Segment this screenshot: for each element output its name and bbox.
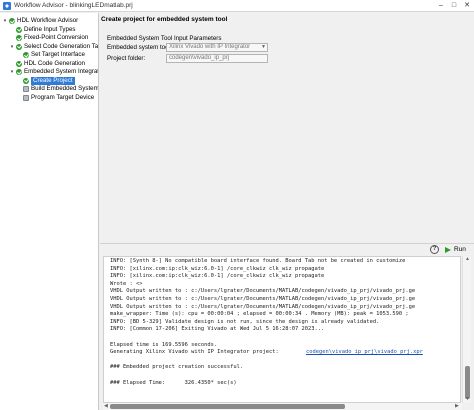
log-line: Elapsed time is 169.5596 seconds. [110, 341, 218, 348]
tool-select[interactable]: Xilinx Vivado with IP Integrator ▼ [166, 43, 268, 52]
run-label: Run [454, 246, 466, 253]
tree-item[interactable]: Define Input Types [9, 26, 75, 34]
log-line: make_wrapper: Time (s): cpu = 00:00:04 ;… [110, 311, 409, 318]
action-toolbar: ? Run [100, 243, 474, 254]
check-circle-icon [16, 35, 22, 41]
scroll-thumb-horizontal[interactable] [110, 404, 345, 409]
workflow-tree: ▾ HDL Workflow Advisor Define Input Types F… [0, 13, 99, 410]
tree-item[interactable]: ▾ Embedded System Integration [9, 68, 99, 76]
check-circle-icon [16, 60, 22, 67]
minimize-icon[interactable]: – [436, 1, 446, 11]
folder-label: Project folder: [107, 55, 146, 62]
scroll-right-icon[interactable]: ▶ [455, 403, 459, 409]
help-button[interactable]: ? [430, 245, 439, 254]
check-circle-icon [23, 52, 29, 58]
task-icon [23, 86, 29, 92]
tree-item-label: Embedded System Integration [24, 68, 99, 75]
tree-item-label: Fixed-Point Conversion [24, 34, 89, 41]
check-circle-icon [9, 18, 15, 24]
tree-item-label: Program Target Device [31, 93, 95, 101]
task-icon [23, 94, 29, 101]
log-line: VHDL Output written to : c:/Users/lgrate… [110, 303, 416, 310]
log-line: VHDL Output written to : c:/Users/lgrate… [110, 296, 416, 302]
check-circle-icon [23, 77, 29, 84]
tree-item-label: Define Input Types [24, 25, 76, 33]
tree-item[interactable]: HDL Code Generation [9, 60, 85, 68]
project-file-link[interactable]: codegen\vivado_ip_prj\vivado_prj.xpr [306, 349, 423, 356]
check-circle-icon [16, 69, 22, 75]
tree-item[interactable]: Create Project [16, 76, 75, 85]
log-line: Generating Xilinx Vivado with IP Integra… [110, 349, 283, 356]
log-line: Wrote : <> [110, 280, 143, 287]
maximize-icon[interactable]: □ [449, 1, 459, 11]
tree-item[interactable]: Build Embedded System [16, 85, 99, 93]
tree-item-label: Build Embedded System [31, 85, 99, 92]
check-circle-icon [16, 43, 22, 50]
chevron-down-icon[interactable]: ▾ [2, 18, 8, 24]
log-line: ### Elapsed Time: 326.4350* sec(s) [110, 379, 237, 386]
tool-select-value: Xilinx Vivado with IP Integrator [169, 44, 251, 50]
group-title: Embedded System Tool Input Parameters [107, 35, 222, 42]
tree-item[interactable]: Fixed-Point Conversion [9, 34, 88, 42]
tree-item-label: HDL Workflow Advisor [17, 17, 79, 24]
log-line: INFO: [BD 5-329] Validate design is not … [110, 318, 380, 325]
scroll-thumb[interactable] [465, 366, 470, 399]
scroll-down-icon[interactable]: ▼ [464, 396, 471, 402]
task-panel: Create project for embedded system tool … [100, 13, 474, 243]
panel-title: Create project for embedded system tool [101, 16, 228, 23]
tree-item[interactable]: ▾ HDL Workflow Advisor [2, 17, 78, 25]
app-icon [3, 2, 11, 10]
log-line: INFO: [xilinx.com:ip:clk_wiz:6.0-1] /cor… [110, 273, 325, 280]
log-output[interactable]: INFO: [Synth 8-] No compatible board int… [103, 256, 461, 403]
chevron-down-icon[interactable]: ▾ [9, 44, 15, 50]
close-icon[interactable]: ✕ [462, 1, 472, 11]
log-line: INFO: [Common 17-206] Exiting Vivado at … [110, 326, 325, 333]
folder-field-value: codegen\vivado_ip_prj [169, 55, 230, 61]
window-title: Workflow Advisor - blinkingLEDmatlab.prj [14, 2, 133, 9]
tree-item[interactable]: ▾ Select Code Generation Target [9, 42, 99, 51]
log-vertical-scrollbar[interactable]: ▲ ▼ [462, 256, 471, 403]
tree-item[interactable]: Program Target Device [16, 94, 94, 102]
tree-item-label: Create Project [31, 76, 75, 85]
chevron-down-icon: ▼ [261, 44, 266, 50]
log-line: INFO: [xilinx.com:ip:clk_wiz:6.0-1] /cor… [110, 265, 325, 272]
folder-field[interactable]: codegen\vivado_ip_prj [166, 54, 268, 63]
tree-item-label: Set Target Interface [31, 51, 85, 58]
tree-item-label: Select Code Generation Target [24, 42, 99, 50]
tree-item[interactable]: Set Target Interface [16, 51, 85, 59]
scroll-up-icon[interactable]: ▲ [464, 256, 471, 262]
play-icon [445, 246, 451, 253]
tool-label: Embedded system tool: [107, 44, 172, 51]
log-line: ### Embedded project creation successful… [110, 364, 244, 371]
log-horizontal-scrollbar[interactable]: ◀ ▶ [103, 403, 462, 410]
check-circle-icon [16, 26, 22, 33]
log-line: INFO: [Synth 8-] No compatible board int… [110, 258, 406, 264]
tree-item-label: HDL Code Generation [24, 59, 85, 67]
scroll-left-icon[interactable]: ◀ [104, 403, 108, 409]
title-bar: Workflow Advisor - blinkingLEDmatlab.prj… [0, 0, 474, 12]
chevron-down-icon[interactable]: ▾ [9, 69, 15, 75]
log-line: VHDL Output written to : c:/Users/lgrate… [110, 288, 416, 295]
run-button[interactable]: Run [445, 245, 466, 254]
